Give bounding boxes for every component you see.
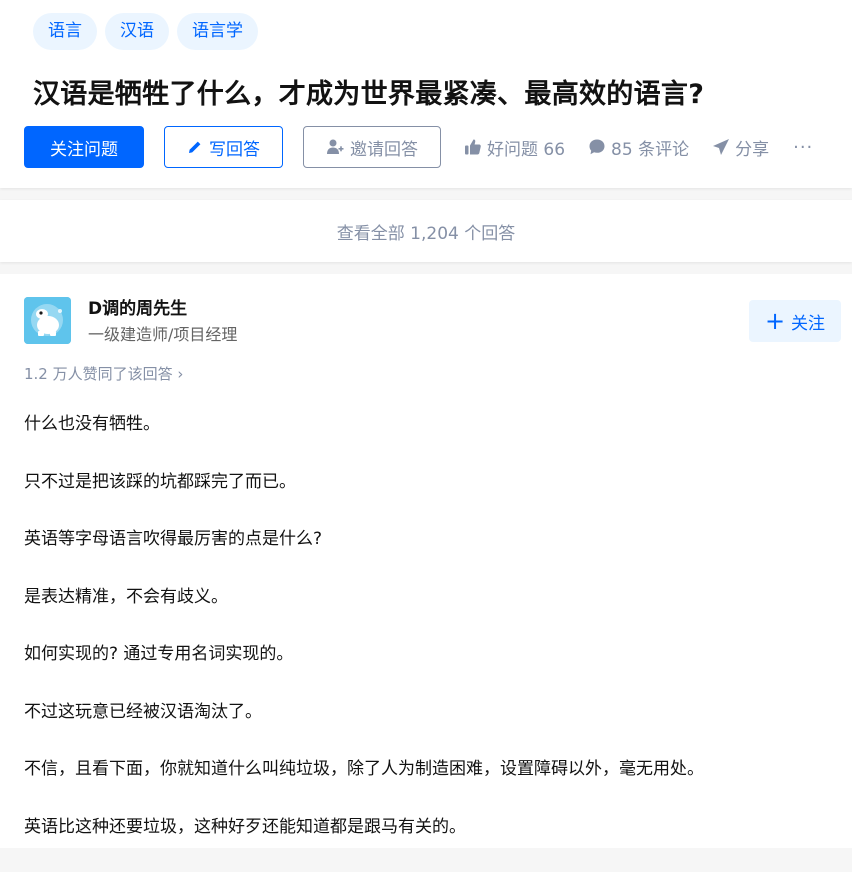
good-question-button[interactable]: 好问题 66 — [464, 135, 565, 160]
paper-plane-icon — [712, 138, 730, 156]
write-answer-button[interactable]: 写回答 — [164, 126, 283, 168]
answer-paragraph: 英语比这种还要垃圾，这种好歹还能知道都是跟马有关的。 — [24, 816, 466, 837]
question-card: 语言 汉语 语言学 汉语是牺牲了什么，才成为世界最紧凑、最高效的语言? 关注问题… — [0, 0, 852, 188]
plus-icon: + — [764, 307, 786, 335]
pencil-icon — [187, 139, 203, 155]
topic-tag[interactable]: 汉语 — [105, 13, 169, 50]
follow-question-button[interactable]: 关注问题 — [24, 126, 144, 168]
more-options-button[interactable]: ··· — [793, 137, 813, 158]
topic-tags: 语言 汉语 语言学 — [33, 13, 258, 50]
follow-question-label: 关注问题 — [50, 139, 118, 160]
view-all-answers-label: 查看全部 1,204 个回答 — [336, 223, 516, 244]
follow-author-button[interactable]: + 关注 — [749, 300, 841, 342]
avatar[interactable] — [24, 297, 71, 344]
question-title[interactable]: 汉语是牺牲了什么，才成为世界最紧凑、最高效的语言? — [33, 72, 704, 111]
invite-answer-label: 邀请回答 — [350, 139, 418, 160]
share-button[interactable]: 分享 — [712, 135, 769, 160]
good-question-label: 好问题 66 — [487, 139, 566, 160]
comments-button[interactable]: 85 条评论 — [588, 135, 689, 160]
comment-icon — [588, 138, 606, 156]
question-actions: 关注问题 写回答 邀请回答 好问题 66 85 条评论 分享 ··· — [24, 126, 813, 168]
answer-paragraph: 什么也没有牺牲。 — [24, 414, 160, 434]
topic-tag[interactable]: 语言 — [33, 13, 97, 50]
add-user-icon — [326, 138, 344, 156]
share-label: 分享 — [735, 139, 770, 160]
answer-card: D调的周先生 一级建造师/项目经理 + 关注 1.2 万人赞同了该回答 › 什么… — [0, 274, 852, 848]
comments-label: 85 条评论 — [611, 139, 690, 160]
author-name[interactable]: D调的周先生 — [88, 294, 187, 319]
thumbs-up-icon — [464, 138, 482, 156]
topic-tag[interactable]: 语言学 — [177, 13, 258, 50]
vote-count[interactable]: 1.2 万人赞同了该回答 › — [24, 363, 183, 384]
answer-paragraph: 不过这玩意已经被汉语淘汰了。 — [24, 701, 262, 722]
invite-answer-button[interactable]: 邀请回答 — [303, 126, 441, 168]
answer-paragraph: 如何实现的? 通过专用名词实现的。 — [24, 644, 294, 664]
answer-paragraph: 不信，且看下面，你就知道什么叫纯垃圾，除了人为制造困难，设置障碍以外，毫无用处。 — [24, 759, 704, 779]
author-bio: 一级建造师/项目经理 — [88, 325, 238, 344]
write-answer-label: 写回答 — [209, 139, 260, 160]
answer-paragraph: 英语等字母语言吹得最厉害的点是什么? — [24, 529, 323, 549]
answer-content: 什么也没有牺牲。 只不过是把该踩的坑都踩完了而已。 英语等字母语言吹得最厉害的点… — [24, 412, 844, 872]
answer-paragraph: 只不过是把该踩的坑都踩完了而已。 — [24, 471, 296, 492]
answer-paragraph: 是表达精准，不会有歧义。 — [24, 586, 228, 607]
follow-author-label: 关注 — [791, 313, 826, 334]
view-all-answers-link[interactable]: 查看全部 1,204 个回答 — [0, 200, 852, 262]
